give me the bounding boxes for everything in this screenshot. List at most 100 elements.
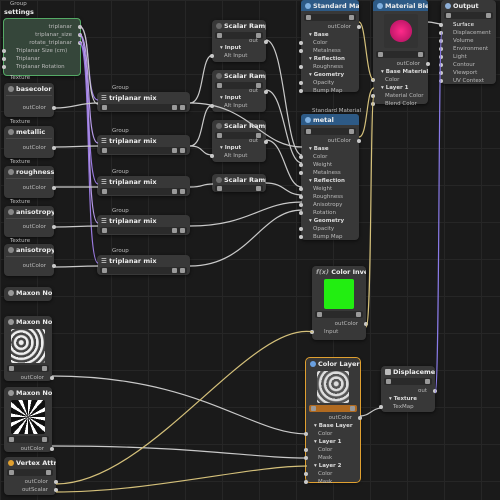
group-settings-port-rotation[interactable]: Triplanar Rotation [2, 63, 80, 71]
image-icon[interactable] [217, 133, 222, 138]
folder-icon[interactable] [172, 189, 177, 194]
std-mat-2-section-reflection[interactable]: ▾ Reflection [301, 177, 359, 185]
output-viewport[interactable]: Viewport [439, 69, 496, 77]
color-layer-layer1-color[interactable]: Color [304, 446, 360, 454]
vertex-attribute-node[interactable]: Vertex Attribute outColor outScalar [4, 457, 58, 495]
color-invert-node[interactable]: f(x) Color Invert outColor Input [310, 266, 368, 340]
color-layer-layer-1[interactable]: ▾ Layer 1 [306, 438, 360, 446]
color-layer-node[interactable]: Color Layer outColor ▾ Base Layer Color … [304, 357, 362, 485]
folder-icon[interactable] [42, 366, 47, 371]
folder-icon[interactable] [349, 129, 354, 134]
folder-icon[interactable] [180, 105, 185, 110]
image-icon[interactable] [306, 15, 311, 20]
output-contour[interactable]: Contour [439, 61, 496, 69]
image-icon[interactable] [9, 470, 14, 475]
folder-icon[interactable] [172, 268, 177, 273]
std-mat-2-roughness[interactable]: Roughness [299, 193, 359, 201]
output-surface[interactable]: Surface [439, 21, 496, 29]
group-settings-port-triplanar-size[interactable]: triplanar_size [4, 31, 82, 39]
material-blender-blend-color[interactable]: Blend Color [371, 100, 428, 108]
displacement-out[interactable]: out [381, 387, 437, 395]
image-icon[interactable] [317, 312, 322, 317]
std-mat-2-rotation[interactable]: Rotation [299, 209, 359, 217]
displacement-texture-section[interactable]: ▾ Texture [381, 395, 435, 403]
texture-anisotropylevel-node[interactable]: anisotropyLevel outColor [4, 206, 56, 237]
std-mat-1-color[interactable]: Color [299, 39, 359, 47]
std-mat-1-section-reflection[interactable]: ▾ Reflection [301, 55, 359, 63]
folder-icon[interactable] [172, 148, 177, 153]
output-volume[interactable]: Volume [439, 37, 496, 45]
standard-material-node-metal[interactable]: metal outColor ▾ Base Color Weight Metal… [299, 114, 361, 241]
std-mat-2-section-geometry[interactable]: ▾ Geometry [301, 217, 359, 225]
output-environment[interactable]: Environment [439, 45, 496, 53]
std-mat-1-outcolor[interactable]: outColor [301, 23, 361, 31]
triplanar-mix-node-2[interactable]: ☰ triplanar mix [97, 135, 190, 155]
color-invert-outcolor[interactable]: outColor [312, 320, 368, 328]
group-settings-node[interactable]: triplanar triplanar_size rotate_triplana… [2, 18, 82, 76]
texture-metallic-node[interactable]: metallic outColor [4, 126, 56, 158]
material-blender-material-color[interactable]: Material Color [371, 92, 428, 100]
image-icon[interactable] [102, 228, 107, 233]
folder-icon[interactable] [425, 379, 430, 384]
group-settings-port-rotate-triplanar[interactable]: rotate_triplanar [4, 39, 82, 47]
tex-metallic-outcolor[interactable]: outColor [4, 144, 56, 152]
color-layer-layer2-color[interactable]: Color [304, 470, 360, 478]
group-settings-port-size-cm[interactable]: Triplanar Size (cm) [2, 47, 80, 55]
folder-icon[interactable] [256, 186, 261, 191]
texture-roughness-node[interactable]: roughness outColor [4, 166, 56, 198]
scalar-ramp-node-3[interactable]: Scalar Ramp out ▾ Input Alt Input [210, 120, 268, 162]
vertex-attr-outcolor[interactable]: outColor [4, 478, 58, 486]
vertex-attr-outscalar[interactable]: outScalar [4, 486, 58, 494]
scalar-ramp-2-alt-input[interactable]: Alt Input [210, 102, 266, 110]
color-layer-layer1-mask[interactable]: Mask [304, 454, 360, 462]
std-mat-2-anisotropy[interactable]: Anisotropy [299, 201, 359, 209]
displacement-texmap[interactable]: TexMap [379, 403, 435, 411]
material-blender-layer-1[interactable]: ▾ Layer 1 [373, 84, 428, 92]
material-blender-outcolor[interactable]: outColor [373, 60, 430, 68]
image-icon[interactable] [311, 406, 316, 411]
folder-icon[interactable] [180, 148, 185, 153]
folder-icon[interactable] [180, 228, 185, 233]
std-mat-2-refl-weight[interactable]: Weight [299, 185, 359, 193]
std-mat-1-opacity[interactable]: Opacity [299, 79, 359, 87]
output-displacement[interactable]: Displacement [439, 29, 496, 37]
folder-icon[interactable] [42, 437, 47, 442]
displacement-node[interactable]: Displacement out ▾ Texture TexMap [379, 366, 437, 412]
std-mat-2-bump-map[interactable]: Bump Map [299, 233, 359, 241]
folder-icon[interactable] [356, 312, 361, 317]
image-icon[interactable] [217, 186, 222, 191]
standard-material-node-1[interactable]: Standard Material outColor ▾ Base Color … [299, 0, 361, 94]
tex-aniso-angle-outcolor[interactable]: outColor [4, 262, 56, 270]
folder-icon[interactable] [418, 52, 423, 57]
maxon-noise-node-2[interactable]: Maxon Noise outColor [4, 316, 54, 381]
output-uv-context[interactable]: UV Context [439, 77, 496, 85]
image-icon[interactable] [378, 52, 383, 57]
image-icon[interactable] [102, 268, 107, 273]
image-icon[interactable] [446, 13, 451, 18]
material-blender-color[interactable]: Color [371, 76, 428, 84]
image-icon[interactable] [102, 189, 107, 194]
image-icon[interactable] [102, 105, 107, 110]
group-settings-port-triplanar[interactable]: triplanar [4, 23, 82, 31]
folder-icon[interactable] [486, 13, 491, 18]
image-icon[interactable] [386, 379, 391, 384]
texture-basecolor-node[interactable]: basecolor outColor [4, 83, 56, 117]
folder-icon[interactable] [350, 406, 355, 411]
tex-aniso-level-outcolor[interactable]: outColor [4, 223, 56, 231]
image-icon[interactable] [306, 129, 311, 134]
group-settings-port-triplanar-in[interactable]: Triplanar [2, 55, 80, 63]
folder-icon[interactable] [172, 228, 177, 233]
color-layer-base-color[interactable]: Color [304, 430, 360, 438]
texture-anisotropyangle-node[interactable]: anisotropyAngle outColor [4, 244, 56, 276]
std-mat-2-weight[interactable]: Weight [299, 161, 359, 169]
color-layer-base-layer[interactable]: ▾ Base Layer [306, 422, 360, 430]
std-mat-1-roughness[interactable]: Roughness [299, 63, 359, 71]
maxon-noise-3-outcolor[interactable]: outColor [4, 445, 54, 453]
folder-icon[interactable] [349, 15, 354, 20]
std-mat-2-metalness[interactable]: Metalness [299, 169, 359, 177]
scalar-ramp-node-1[interactable]: Scalar Ramp out ▾ Input Alt Input [210, 20, 268, 62]
folder-icon[interactable] [180, 268, 185, 273]
image-icon[interactable] [102, 148, 107, 153]
std-mat-2-section-base[interactable]: ▾ Base [301, 145, 359, 153]
triplanar-mix-node-5[interactable]: ☰ triplanar mix [97, 255, 190, 275]
